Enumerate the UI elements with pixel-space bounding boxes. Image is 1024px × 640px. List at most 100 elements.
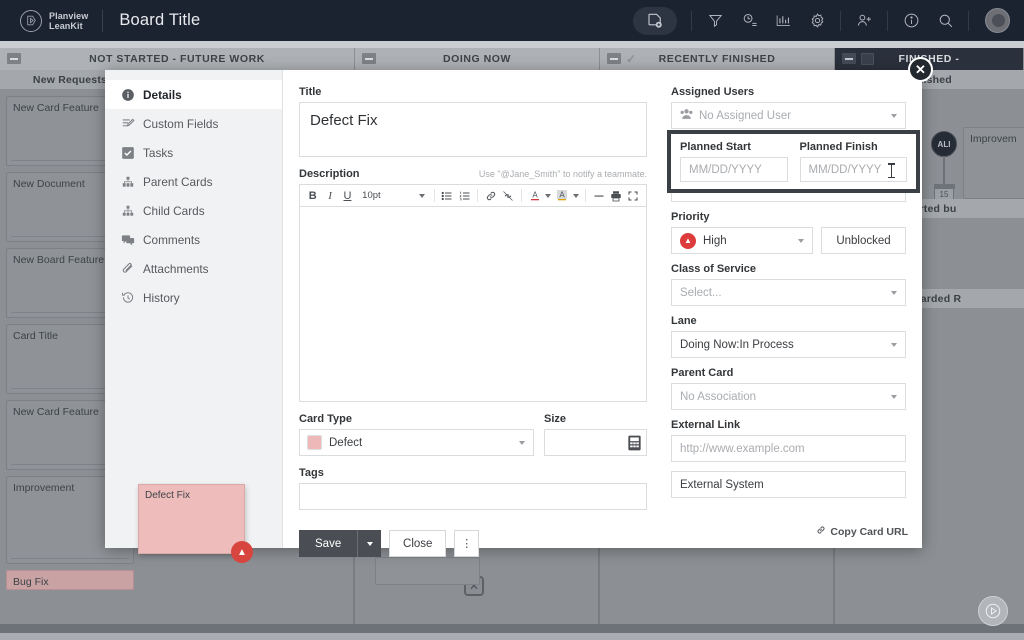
description-toolbar: B I U 10pt A A	[299, 184, 647, 206]
size-calculator-icon[interactable]	[627, 435, 642, 456]
print-button[interactable]	[608, 187, 623, 204]
lane-value: Doing Now:In Process	[680, 338, 794, 351]
font-size-value: 10pt	[362, 190, 381, 201]
dragged-card[interactable]: Defect Fix	[138, 484, 245, 554]
board-column-label: NOT STARTED - FUTURE WORK	[89, 53, 265, 65]
board-card[interactable]	[375, 557, 480, 585]
text-cursor-icon	[888, 163, 894, 178]
numbered-list-button[interactable]	[457, 187, 472, 204]
sidebar-item-label: Child Cards	[143, 203, 205, 218]
dialog-actions: Save Close ⋮	[299, 530, 647, 557]
add-card-icon[interactable]	[633, 6, 677, 35]
priority-label: Priority	[671, 211, 710, 223]
copy-card-url-button[interactable]: Copy Card URL	[816, 525, 908, 538]
size-input[interactable]	[544, 429, 647, 456]
font-size-select[interactable]: 10pt	[357, 187, 428, 204]
chevron-down-icon[interactable]	[544, 187, 552, 204]
horizontal-rule-button[interactable]	[591, 187, 606, 204]
brand-line-1: Planview	[49, 10, 89, 21]
save-button[interactable]: Save	[299, 530, 358, 557]
external-system-field: External System	[671, 471, 906, 498]
sidebar-item-tasks[interactable]: Tasks	[105, 138, 282, 167]
blocked-toggle-button[interactable]: Unblocked	[821, 227, 906, 254]
fullscreen-button[interactable]	[626, 187, 641, 204]
description-input[interactable]	[299, 206, 647, 402]
analytics-icon[interactable]	[766, 7, 800, 35]
add-user-icon[interactable]	[847, 7, 881, 35]
more-options-button[interactable]: ⋮	[454, 530, 480, 557]
collapse-icon[interactable]	[7, 53, 21, 64]
size-label: Size	[544, 413, 567, 425]
sidebar-item-attachments[interactable]: Attachments	[105, 254, 282, 283]
highlight-color-button[interactable]: A	[554, 187, 569, 204]
bullet-list-button[interactable]	[440, 187, 455, 204]
lane-field: Lane Doing Now:In Process	[671, 315, 906, 358]
close-icon[interactable]: ✕	[908, 57, 933, 82]
play-button[interactable]	[978, 596, 1008, 626]
external-link-field: External Link http://www.example.com	[671, 419, 906, 462]
board-column-not-started[interactable]: NOT STARTED - FUTURE WORK	[0, 48, 355, 70]
board-card[interactable]: Bug Fix	[6, 570, 134, 590]
board-column-doing-now[interactable]: DOING NOW	[355, 48, 600, 70]
gear-icon[interactable]	[800, 7, 834, 35]
collapse-icon[interactable]	[842, 53, 856, 64]
save-dropdown-button[interactable]	[357, 530, 382, 557]
filter-icon[interactable]	[698, 7, 732, 35]
chevron-down-icon	[366, 541, 373, 546]
user-avatar[interactable]	[985, 8, 1010, 33]
checkbox-icon	[121, 146, 143, 160]
collapse-icon[interactable]	[607, 53, 621, 64]
page-title: Board Title	[119, 11, 201, 29]
card-type-size-row: Card Type Defect Size	[299, 413, 647, 456]
bold-button[interactable]: B	[305, 187, 320, 204]
planned-finish-input[interactable]: MM/DD/YYYY	[799, 157, 907, 182]
planned-finish-placeholder: MM/DD/YYYY	[808, 163, 882, 176]
collapse-icon[interactable]	[362, 53, 376, 64]
parent-card-label: Parent Card	[671, 367, 734, 379]
sidebar-item-comments[interactable]: Comments	[105, 225, 282, 254]
svg-text:A: A	[532, 191, 538, 200]
info-icon[interactable]	[894, 7, 928, 35]
users-icon	[680, 108, 693, 123]
external-system-input[interactable]: External System	[671, 471, 906, 498]
sidebar-item-details[interactable]: Details	[105, 80, 282, 109]
italic-button[interactable]: I	[322, 187, 337, 204]
avatar[interactable]: ALI	[931, 131, 957, 157]
sidebar-item-history[interactable]: History	[105, 283, 282, 312]
lane-select[interactable]: Doing Now:In Process	[671, 331, 906, 358]
sidebar-item-custom-fields[interactable]: Custom Fields	[105, 109, 282, 138]
title-label: Title	[299, 86, 322, 98]
parent-card-select[interactable]: No Association	[671, 383, 906, 410]
toolbar-divider	[968, 10, 969, 31]
chevron-down-icon	[418, 193, 425, 198]
link-button[interactable]	[483, 187, 498, 204]
tags-input[interactable]	[299, 483, 647, 510]
assigned-users-select[interactable]: No Assigned User	[671, 102, 906, 129]
board-column-recently-finished[interactable]: ✓ RECENTLY FINISHED	[600, 48, 835, 70]
toolbar-divider	[840, 10, 841, 31]
planned-dates-highlight: Planned Start MM/DD/YYYY Planned Finish …	[667, 130, 920, 193]
planned-finish-label: Planned Finish	[799, 141, 878, 153]
title-input[interactable]: Defect Fix	[299, 102, 647, 157]
card-type-select[interactable]: Defect	[299, 429, 534, 456]
brand[interactable]: Planview LeanKit	[0, 9, 89, 32]
external-link-input[interactable]: http://www.example.com	[671, 435, 906, 462]
cancel-button[interactable]: Close	[389, 530, 447, 557]
sidebar-item-label: History	[143, 290, 180, 305]
timer-icon[interactable]	[732, 7, 766, 35]
board-top-divider	[0, 41, 1024, 48]
chevron-down-icon[interactable]	[572, 187, 580, 204]
sidebar-item-child-cards[interactable]: Child Cards	[105, 196, 282, 225]
assigned-users-field: Assigned Users No Assigned User	[671, 86, 906, 129]
sidebar-item-parent-cards[interactable]: Parent Cards	[105, 167, 282, 196]
class-of-service-select[interactable]: Select...	[671, 279, 906, 306]
underline-button[interactable]: U	[340, 187, 355, 204]
search-icon[interactable]	[928, 7, 962, 35]
board-card[interactable]: Improvem	[963, 127, 1024, 199]
priority-select[interactable]: ▲ High	[671, 227, 813, 254]
assigned-users-label: Assigned Users	[671, 86, 755, 98]
planned-start-input[interactable]: MM/DD/YYYY	[680, 157, 788, 182]
priority-high-icon: ▲	[231, 541, 253, 563]
unlink-button[interactable]	[501, 187, 516, 204]
text-color-button[interactable]: A	[527, 187, 542, 204]
